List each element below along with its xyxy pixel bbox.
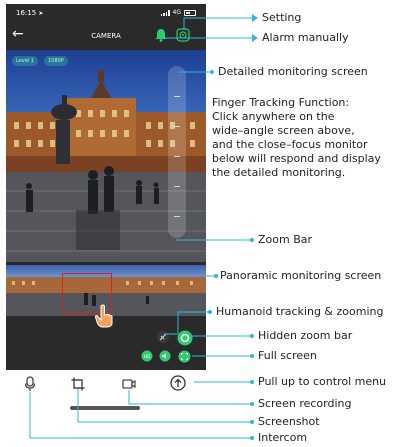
label-pull-up-menu: Pull up to control menu	[258, 375, 387, 388]
finger-tracking-description: Finger Tracking Function: Click anywhere…	[212, 96, 404, 180]
finger-line: Click anywhere on the	[212, 110, 335, 123]
finger-line: the detailed monitoring.	[212, 166, 346, 179]
label-panoramic: Panoramic monitoring screen	[220, 269, 382, 282]
finger-line: wide–angle screen above,	[212, 124, 355, 137]
label-alarm: Alarm manually	[262, 31, 349, 44]
label-intercom: Intercom	[258, 431, 308, 444]
finger-tracking-title: Finger Tracking Function:	[212, 96, 350, 109]
label-detailed-monitoring: Detailed monitoring screen	[218, 65, 368, 78]
finger-line: below will respond and display	[212, 152, 381, 165]
label-setting: Setting	[262, 11, 302, 24]
finger-line: and the close–focus monitor	[212, 138, 368, 151]
label-zoom-bar: Zoom Bar	[258, 233, 313, 246]
label-hidden-zoom-bar: Hidden zoom bar	[258, 329, 353, 342]
label-screen-recording: Screen recording	[258, 397, 352, 410]
label-full-screen: Full screen	[258, 349, 317, 362]
label-screenshot: Screenshot	[258, 415, 320, 428]
label-humanoid-tracking: Humanoid tracking & zooming	[216, 305, 384, 318]
